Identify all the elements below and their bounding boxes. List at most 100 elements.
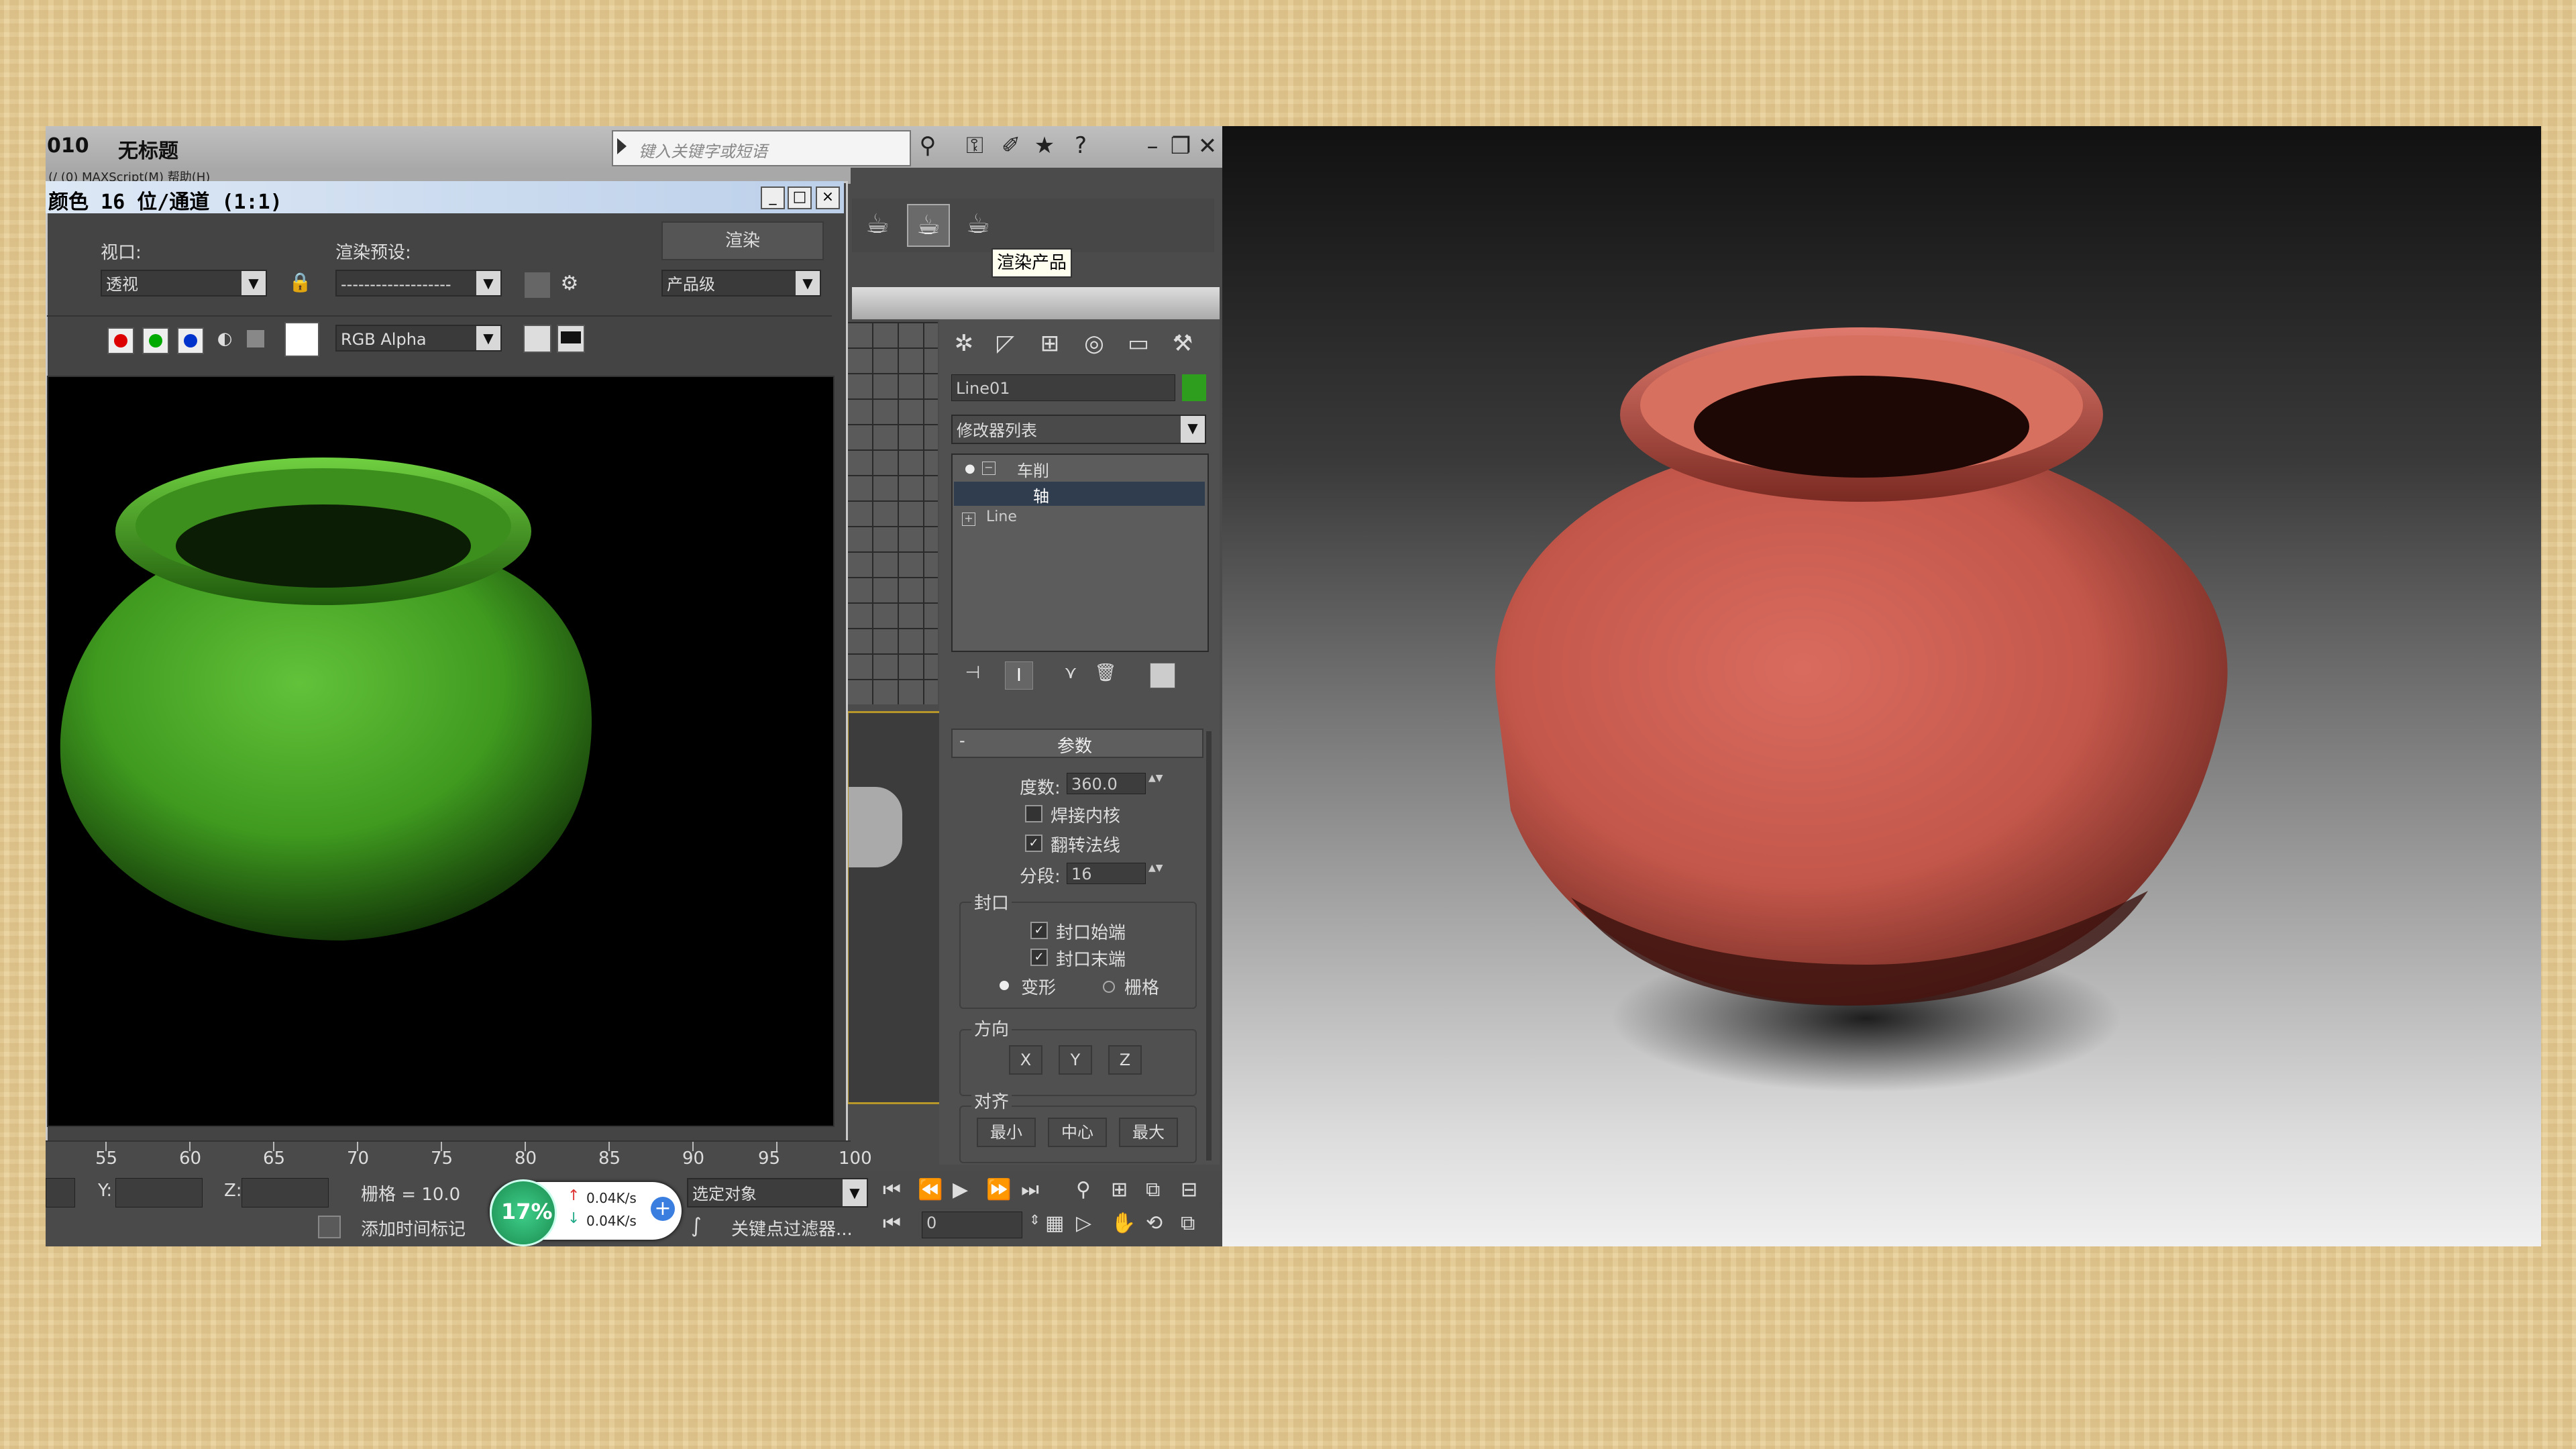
cap-end-checkbox[interactable]: ✓: [1030, 949, 1048, 966]
x-coordinate-field[interactable]: [46, 1178, 75, 1208]
binoculars-icon[interactable]: ⚲: [912, 130, 943, 161]
field-of-view-icon[interactable]: ▷: [1076, 1212, 1091, 1235]
top-viewport-slice[interactable]: [847, 322, 938, 704]
key-icon[interactable]: ⚿: [959, 130, 990, 161]
add-time-tag-label[interactable]: 添加时间标记: [361, 1216, 466, 1240]
restore-icon[interactable]: ❐: [1169, 133, 1193, 160]
flip-normals-checkbox[interactable]: ✓: [1025, 835, 1042, 852]
configure-sets-icon[interactable]: [1150, 663, 1175, 688]
make-unique-icon[interactable]: ⋎: [1059, 663, 1083, 687]
stack-item-line[interactable]: Line: [986, 508, 1017, 525]
modifier-list-dropdown[interactable]: 修改器列表 ▼: [951, 415, 1206, 444]
expand-icon[interactable]: +: [962, 513, 975, 526]
maximize-icon[interactable]: □: [788, 186, 812, 209]
pan-hand-icon[interactable]: ✋: [1111, 1212, 1136, 1235]
remove-modifier-icon[interactable]: 🗑: [1093, 663, 1118, 687]
direction-z-button[interactable]: Z: [1108, 1045, 1142, 1075]
zoom-extents-icon[interactable]: ⧉: [1146, 1178, 1160, 1201]
align-min-button[interactable]: 最小: [977, 1118, 1036, 1147]
zoom-icon[interactable]: ⚲: [1076, 1178, 1091, 1201]
key-mode-icon[interactable]: ⏮: [883, 1212, 901, 1235]
lightbulb-icon[interactable]: ●: [965, 462, 978, 476]
time-config-icon[interactable]: ▦: [1045, 1212, 1064, 1235]
play-icon[interactable]: ▶: [953, 1178, 968, 1201]
segments-spinner[interactable]: 16: [1067, 863, 1146, 884]
rendered-frame-teapot-icon[interactable]: ☕: [907, 204, 950, 247]
y-coordinate-field[interactable]: [115, 1178, 203, 1208]
green-channel-toggle[interactable]: [142, 327, 169, 354]
motion-tab-icon[interactable]: ◎: [1079, 330, 1110, 361]
spinner-arrows-icon[interactable]: ▲▼: [1148, 863, 1163, 884]
direction-y-button[interactable]: Y: [1059, 1045, 1092, 1075]
zoom-all-icon[interactable]: ⊞: [1111, 1178, 1128, 1201]
perspective-viewport-slice[interactable]: [847, 711, 942, 1104]
selection-dropdown[interactable]: 选定对象 ▼: [687, 1178, 868, 1208]
key-filters-button[interactable]: 关键点过滤器...: [731, 1216, 853, 1240]
help-icon[interactable]: ?: [1065, 130, 1096, 161]
display-tab-icon[interactable]: ▭: [1123, 330, 1154, 361]
cap-start-checkbox[interactable]: ✓: [1030, 922, 1048, 939]
degrees-spinner[interactable]: 360.0: [1067, 773, 1146, 794]
blue-channel-toggle[interactable]: [177, 327, 204, 354]
next-frame-icon[interactable]: ⏩: [986, 1178, 1011, 1201]
go-to-start-icon[interactable]: ⏮: [883, 1178, 901, 1201]
expand-arrow-icon[interactable]: [617, 138, 627, 154]
grid-radio[interactable]: [1103, 981, 1115, 993]
render-button[interactable]: 渲染: [661, 221, 824, 260]
align-max-button[interactable]: 最大: [1119, 1118, 1178, 1147]
spinner-arrows-icon[interactable]: ⇕: [1029, 1212, 1040, 1228]
parameters-rollout-header[interactable]: - 参数: [951, 729, 1203, 758]
render-setup-icon[interactable]: [523, 271, 551, 299]
toggle-ui-icon[interactable]: [557, 325, 585, 353]
network-speed-widget[interactable]: 17% ↑ 0.04K/s ↓ 0.04K/s +: [490, 1179, 682, 1246]
minimize-icon[interactable]: _: [761, 186, 785, 209]
channel-display-dropdown[interactable]: RGB Alpha ▼: [335, 325, 502, 352]
go-to-end-icon[interactable]: ⏭: [1021, 1178, 1039, 1201]
alpha-channel-icon[interactable]: ◐: [215, 329, 235, 349]
maximize-viewport-icon[interactable]: ⧉: [1181, 1212, 1195, 1235]
current-frame-field[interactable]: 0: [922, 1212, 1022, 1238]
spinner-arrows-icon[interactable]: ▲▼: [1148, 773, 1163, 794]
align-center-button[interactable]: 中心: [1048, 1118, 1107, 1147]
object-name-field[interactable]: Line01: [951, 374, 1175, 401]
stack-item-lathe[interactable]: 车削: [1017, 458, 1049, 481]
morph-radio[interactable]: [1000, 981, 1009, 990]
hierarchy-tab-icon[interactable]: ⊞: [1034, 330, 1065, 361]
search-input[interactable]: 键入关键字或短语: [612, 130, 911, 166]
previous-frame-icon[interactable]: ⏪: [918, 1178, 943, 1201]
weld-core-checkbox[interactable]: [1025, 805, 1042, 822]
object-color-swatch[interactable]: [1182, 374, 1206, 401]
z-coordinate-field[interactable]: [241, 1178, 329, 1208]
close-icon[interactable]: ×: [816, 186, 840, 209]
create-tab-icon[interactable]: ✲: [949, 330, 979, 361]
orbit-icon[interactable]: ⟲: [1146, 1212, 1163, 1235]
viewport-dropdown[interactable]: 透视 ▼: [101, 270, 267, 297]
show-end-result-icon[interactable]: Ⅰ: [1005, 661, 1033, 690]
render-setup-teapot-icon[interactable]: ☕: [859, 205, 896, 243]
curve-icon[interactable]: ∫: [691, 1214, 718, 1241]
plus-icon[interactable]: +: [651, 1197, 675, 1221]
minimize-icon[interactable]: –: [1140, 133, 1165, 160]
command-panel-scrollbar[interactable]: [1206, 731, 1212, 1161]
selection-value: 选定对象: [692, 1185, 757, 1203]
collapse-icon[interactable]: −: [982, 462, 996, 475]
lock-icon[interactable]: 🔒: [288, 271, 312, 297]
utilities-tab-icon[interactable]: ⚒: [1167, 330, 1198, 361]
render-production-teapot-icon[interactable]: ☕: [959, 205, 997, 243]
direction-x-button[interactable]: X: [1009, 1045, 1042, 1075]
modify-tab-icon[interactable]: ◸: [990, 330, 1021, 361]
stack-item-axis-row[interactable]: 轴: [954, 482, 1205, 506]
close-icon[interactable]: ✕: [1195, 133, 1220, 160]
favorites-star-icon[interactable]: ★: [1029, 130, 1060, 161]
connect-icon[interactable]: ✐: [996, 130, 1026, 161]
quality-dropdown[interactable]: 产品级 ▼: [661, 270, 821, 297]
time-tag-icon[interactable]: [318, 1216, 341, 1238]
red-channel-toggle[interactable]: [107, 327, 134, 354]
environment-gear-icon[interactable]: ⚙: [557, 271, 582, 297]
monochrome-icon[interactable]: [247, 330, 264, 347]
render-preset-dropdown[interactable]: ------------------- ▼: [335, 270, 502, 297]
pin-stack-icon[interactable]: ⊣: [961, 663, 985, 687]
color-swatch[interactable]: [284, 322, 319, 357]
zoom-extents-all-icon[interactable]: ⊟: [1181, 1178, 1197, 1201]
toggle-ui-overlay-icon[interactable]: [523, 325, 551, 353]
